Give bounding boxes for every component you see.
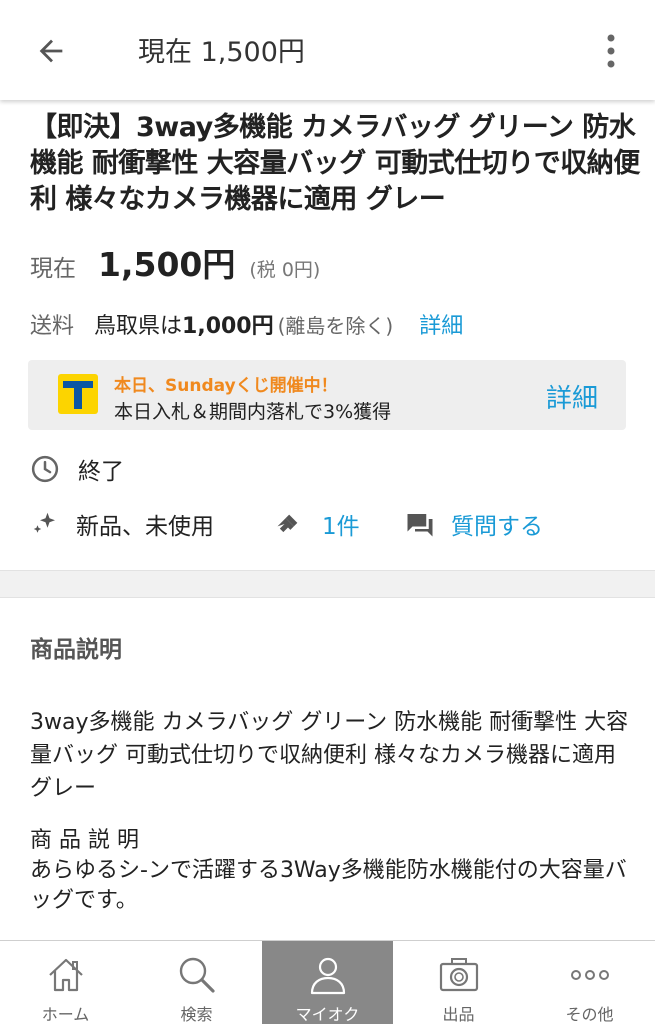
bids-item[interactable]: 1件: [274, 506, 360, 542]
question-link[interactable]: 質問する: [451, 507, 543, 541]
section-divider: [0, 570, 655, 598]
description-body: 3way多機能 カメラバッグ グリーン 防水機能 耐衝撃性 大容量バッグ 可動式…: [30, 710, 629, 801]
description-sub: 商 品 説 明 あらゆるシ-ンで活躍する3Way多機能防水機能付の大容量バッグで…: [30, 826, 640, 916]
more-vert-icon[interactable]: [600, 32, 622, 72]
promo-detail-link[interactable]: 詳細: [546, 378, 598, 415]
sparkle-icon: [33, 512, 55, 533]
person-icon: [310, 957, 345, 995]
description-sub-body: あらゆるシ-ンで活躍する3Way多機能防水機能付の大容量バッグです。: [30, 858, 627, 913]
description-heading: 商品説明: [30, 637, 122, 663]
app-bar: 現在 1,500円: [0, 0, 655, 100]
tab-label-sell: 出品: [442, 1005, 475, 1024]
shipping-note: (離島を除く): [277, 314, 394, 338]
description-sub-heading: 商 品 説 明: [30, 828, 139, 853]
price-value: 1,500円: [98, 245, 236, 284]
home-icon: [48, 958, 83, 992]
tab-label-myauction: マイオク: [295, 1005, 360, 1024]
tab-other[interactable]: その他: [524, 941, 655, 1024]
shipping-detail-link[interactable]: 詳細: [419, 308, 463, 340]
price-label: 現在: [30, 256, 76, 282]
tab-label-other: その他: [565, 1005, 614, 1024]
price-tax: (税 0円): [249, 259, 321, 281]
price-row: 現在 1,500円 (税 0円): [30, 238, 320, 286]
shipping-row: 送料 鳥取県は 1,000円 (離島を除く) 詳細: [30, 308, 463, 340]
item-title: 【即決】3way多機能 カメラバッグ グリーン 防水機能 耐衝撃性 大容量バッグ…: [30, 112, 640, 215]
search-icon: [179, 957, 215, 993]
back-arrow-icon[interactable]: [34, 34, 68, 68]
status-text: 終了: [78, 459, 124, 485]
tab-search[interactable]: 検索: [131, 941, 262, 1024]
clock-icon: [31, 455, 59, 483]
promo-subtext: 本日入札＆期間内落札で3%獲得: [114, 401, 392, 423]
auction-status: 終了: [30, 452, 124, 486]
tab-home[interactable]: ホーム: [0, 941, 131, 1024]
more-dots-icon: [570, 970, 609, 980]
shipping-amount: 1,000円: [182, 314, 274, 339]
gavel-icon: [277, 514, 298, 533]
page-title: 現在 1,500円: [138, 37, 305, 68]
promo-headline: 本日、Sundayくじ開催中！: [114, 376, 338, 396]
chat-icon: [407, 514, 433, 537]
t-point-logo-icon: [58, 374, 98, 414]
condition-item: 新品、未使用: [30, 506, 214, 542]
item-meta-row: 新品、未使用 1件 質問する: [30, 506, 650, 542]
tab-label-home: ホーム: [41, 1005, 90, 1024]
shipping-area: 鳥取県は: [94, 314, 183, 339]
tab-label-search: 検索: [180, 1005, 213, 1024]
promo-banner[interactable]: 本日、Sundayくじ開催中！ 本日入札＆期間内落札で3%獲得 詳細: [28, 360, 626, 430]
camera-icon: [439, 958, 478, 992]
condition-text: 新品、未使用: [76, 514, 214, 540]
tab-sell[interactable]: 出品: [393, 941, 524, 1024]
bottom-tab-bar: ホーム 検索 マイオク 出品 その他: [0, 940, 655, 1024]
bids-count[interactable]: 1件: [322, 507, 360, 541]
tab-myauction[interactable]: マイオク: [262, 941, 393, 1024]
question-item[interactable]: 質問する: [405, 506, 543, 542]
shipping-label: 送料: [30, 314, 75, 339]
